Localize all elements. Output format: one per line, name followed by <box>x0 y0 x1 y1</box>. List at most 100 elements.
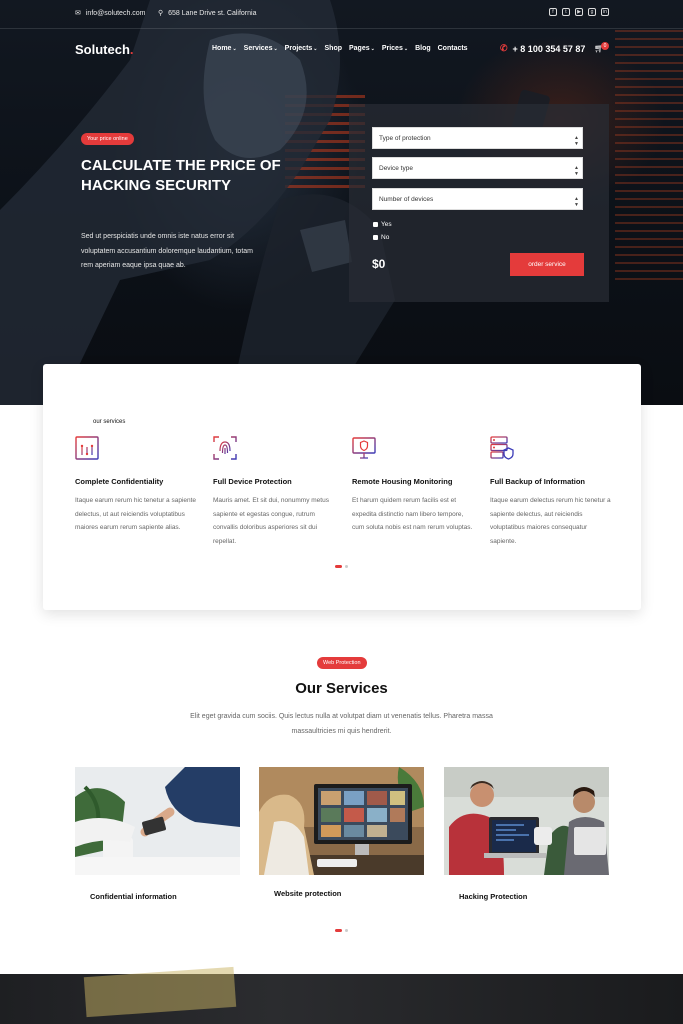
select-arrow-icon: ▲ ▼ <box>574 135 579 147</box>
nav-prices-label: Prices <box>381 45 403 52</box>
select-arrow-icon: ▲ ▼ <box>574 165 579 177</box>
service-card[interactable]: Website protection <box>259 767 424 898</box>
top-bar: ✉ info@solutech.com ⚲ 658 Lane Drive st.… <box>0 0 683 29</box>
section-title: Our Services <box>295 680 388 697</box>
service-title: Full Backup of Information <box>490 477 585 486</box>
service-text: Itaque earum delectus rerum hic tenetur … <box>490 497 611 545</box>
hacking-photo <box>444 767 609 875</box>
address-text: 658 Lane Drive st. California <box>168 9 257 17</box>
main-nav: Home ⌄ Services ⌄ Projects ⌄ Shop Pages ⌄ Pr… <box>212 45 468 52</box>
select-arrow-icon: ▲ ▼ <box>574 196 579 208</box>
fingerprint-icon <box>213 436 237 460</box>
protection-type-select[interactable]: Type of protection ▲ ▼ <box>372 127 583 149</box>
payment-photo <box>75 767 240 875</box>
service-item: Full Backup of Information Itaque earum … <box>490 436 615 548</box>
services-pagination <box>335 929 348 932</box>
cart-count-badge: 0 <box>601 42 609 50</box>
chevron-down-icon: ⌄ <box>370 45 375 52</box>
device-count-select[interactable]: Number of devices ▲ ▼ <box>372 188 583 210</box>
server-shield-icon <box>490 436 514 460</box>
phone-icon: ✆ <box>500 43 508 53</box>
nav-shop[interactable]: Shop <box>325 45 343 52</box>
hero-text: Sed ut perspiciatis unde omnis iste natu… <box>81 233 253 269</box>
pagination-dot[interactable] <box>345 929 348 932</box>
service-card[interactable]: Confidential information <box>75 767 240 901</box>
radio-no[interactable]: No <box>373 234 389 241</box>
chevron-down-icon: ⌄ <box>273 45 278 52</box>
device-type-select[interactable]: Device type ▲ ▼ <box>372 157 583 179</box>
device-count-value: Number of devices <box>379 195 434 203</box>
service-card-caption: Confidential information <box>90 892 177 901</box>
nav-home-label: Home <box>212 45 232 52</box>
contact-address: ⚲ 658 Lane Drive st. California <box>158 9 257 18</box>
section-subtitle: Elit eget gravida cum sociis. Quis lectu… <box>190 713 493 735</box>
nav-pages-label: Pages <box>349 45 370 52</box>
radio-no-label: No <box>381 234 390 241</box>
social-links: f t ▶ g in <box>549 8 609 16</box>
service-text: Et harum quidem rerum facilis est et exp… <box>352 497 473 531</box>
service-title: Complete Confidentiality <box>75 477 164 486</box>
nav-contacts[interactable]: Contacts <box>438 45 468 52</box>
logo-dot: . <box>129 42 134 57</box>
nav-prices[interactable]: Prices ⌄ <box>382 45 408 52</box>
nav-blog-label: Blog <box>415 45 431 52</box>
facebook-icon[interactable]: f <box>549 8 557 16</box>
service-title: Full Device Protection <box>213 477 292 486</box>
nav-blog[interactable]: Blog <box>415 45 431 52</box>
nav-pages[interactable]: Pages ⌄ <box>349 45 375 52</box>
phone-number: + 8 100 354 57 87 <box>512 43 586 54</box>
radio-box <box>373 235 378 240</box>
logo[interactable]: Solutech. <box>75 42 134 57</box>
email-text: info@solutech.com <box>85 9 146 17</box>
service-card-image <box>259 767 424 875</box>
pagination-dot[interactable] <box>345 565 348 568</box>
hero-title: Calculate the price of hacking security <box>81 157 281 194</box>
price-calculator: Type of protection ▲ ▼ Device type ▲ ▼ Num… <box>349 104 609 302</box>
services-card: our services Complete Confidentiality It… <box>43 364 641 610</box>
services-label: our services <box>93 419 126 425</box>
chevron-down-icon: ⌄ <box>232 45 237 52</box>
nav-services-label: Services <box>243 45 273 52</box>
nav-contacts-label: Contacts <box>437 45 468 52</box>
logo-text: Solutech <box>75 42 130 57</box>
order-service-button[interactable]: order service <box>510 253 584 276</box>
section-badge: Web Protection <box>317 657 367 669</box>
radio-box <box>373 222 378 227</box>
service-item: Remote Housing Monitoring Et harum quide… <box>352 436 477 535</box>
github-icon[interactable]: g <box>588 8 596 16</box>
radio-yes[interactable]: Yes <box>373 221 392 228</box>
location-pin-icon: ⚲ <box>158 10 164 17</box>
twitter-icon[interactable]: t <box>562 8 570 16</box>
hero-section: ✉ info@solutech.com ⚲ 658 Lane Drive st.… <box>0 0 683 405</box>
calculated-price: $0 <box>372 257 386 271</box>
hero-badge: Your price online <box>81 133 134 145</box>
youtube-icon[interactable]: ▶ <box>575 8 583 16</box>
website-photo <box>259 767 424 875</box>
pagination-dot-active[interactable] <box>335 565 342 568</box>
chevron-down-icon: ⌄ <box>403 45 409 52</box>
linkedin-icon[interactable]: in <box>601 8 609 16</box>
service-card[interactable]: Hacking Protection <box>444 767 609 901</box>
nav-services[interactable]: Services ⌄ <box>244 45 278 52</box>
service-text: Mauris amet. Et sit dui, nonummy metus s… <box>213 497 329 545</box>
service-card-image <box>75 767 240 875</box>
nav-shop-label: Shop <box>324 45 343 52</box>
service-item: Complete Confidentiality Itaque earum re… <box>75 436 200 535</box>
monitor-shield-icon <box>352 437 376 459</box>
chevron-down-icon: ⌄ <box>313 45 318 52</box>
service-card-caption: Hacking Protection <box>459 892 528 901</box>
browser-code-icon <box>75 436 99 460</box>
phone-link[interactable]: ✆ + 8 100 354 57 87 <box>500 43 585 54</box>
contact-email[interactable]: ✉ info@solutech.com <box>75 9 146 18</box>
carousel-pagination <box>335 565 348 568</box>
service-title: Remote Housing Monitoring <box>352 477 453 486</box>
service-text: Itaque earum rerum hic tenetur a sapient… <box>75 497 197 531</box>
service-card-caption: Website protection <box>274 889 342 898</box>
protection-type-value: Type of protection <box>379 134 431 142</box>
service-card-image <box>444 767 609 875</box>
nav-projects[interactable]: Projects ⌄ <box>285 45 318 52</box>
pagination-dot-active[interactable] <box>335 929 342 932</box>
device-type-value: Device type <box>379 164 413 172</box>
service-item: Full Device Protection Mauris amet. Et s… <box>213 436 338 548</box>
nav-home[interactable]: Home ⌄ <box>212 45 237 52</box>
